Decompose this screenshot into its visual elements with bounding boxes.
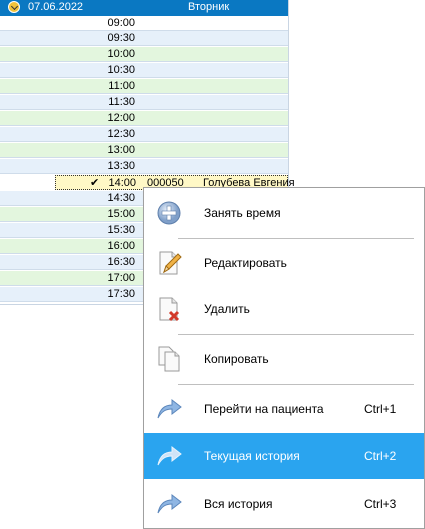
arrow-forward-icon (157, 445, 182, 466)
time-slot-row[interactable]: 12:30 (0, 127, 288, 142)
schedule-header: 07.06.2022 Вторник (0, 0, 288, 16)
time-slot-row[interactable]: 11:00 (0, 79, 288, 94)
copy-documents-icon (158, 346, 180, 372)
menu-item-all-history[interactable]: Вся история Ctrl+3 (144, 481, 424, 527)
menu-item-label: Редактировать (204, 256, 287, 270)
menu-item-label: Занять время (204, 206, 281, 220)
menu-item-current-history[interactable]: Текущая история Ctrl+2 (144, 433, 424, 479)
time-slot-row[interactable]: 10:00 (0, 47, 288, 62)
time-slot-row[interactable]: 12:00 (0, 111, 288, 126)
time-slot-row[interactable]: 09:30 (0, 31, 288, 46)
clock-icon[interactable] (8, 1, 20, 13)
menu-item-shortcut: Ctrl+3 (364, 497, 397, 511)
arrow-forward-icon (157, 493, 182, 514)
menu-item-edit[interactable]: Редактировать (144, 240, 424, 286)
menu-item-book-time[interactable]: Занять время (144, 190, 424, 236)
menu-item-label: Текущая история (204, 449, 300, 463)
time-slot-row[interactable]: 13:30 (0, 159, 288, 174)
time-slot-row[interactable]: 10:30 (0, 63, 288, 78)
schedule-weekday: Вторник (188, 1, 230, 13)
time-slot-row[interactable]: 11:30 (0, 95, 288, 110)
arrow-forward-icon (157, 398, 182, 419)
menu-item-delete[interactable]: Удалить (144, 286, 424, 332)
menu-item-label: Копировать (204, 352, 269, 366)
time-slot-row[interactable]: 09:00 (0, 16, 288, 31)
menu-item-copy[interactable]: Копировать (144, 336, 424, 382)
menu-item-go-to-patient[interactable]: Перейти на пациента Ctrl+1 (144, 386, 424, 432)
menu-item-label: Удалить (204, 302, 250, 316)
schedule-date: 07.06.2022 (28, 1, 84, 13)
context-menu: Занять время Редактировать Удалить Копир… (143, 187, 425, 529)
menu-separator (178, 334, 414, 335)
menu-item-shortcut: Ctrl+2 (364, 449, 397, 463)
menu-separator (178, 384, 414, 385)
time-slot-row[interactable]: 13:00 (0, 143, 288, 158)
edit-document-icon (159, 251, 182, 275)
menu-separator (178, 238, 414, 239)
menu-item-label: Вся история (204, 497, 273, 511)
menu-item-shortcut: Ctrl+1 (364, 402, 397, 416)
plus-circle-icon (157, 201, 181, 225)
menu-item-label: Перейти на пациента (204, 402, 324, 416)
delete-document-icon (159, 297, 180, 322)
